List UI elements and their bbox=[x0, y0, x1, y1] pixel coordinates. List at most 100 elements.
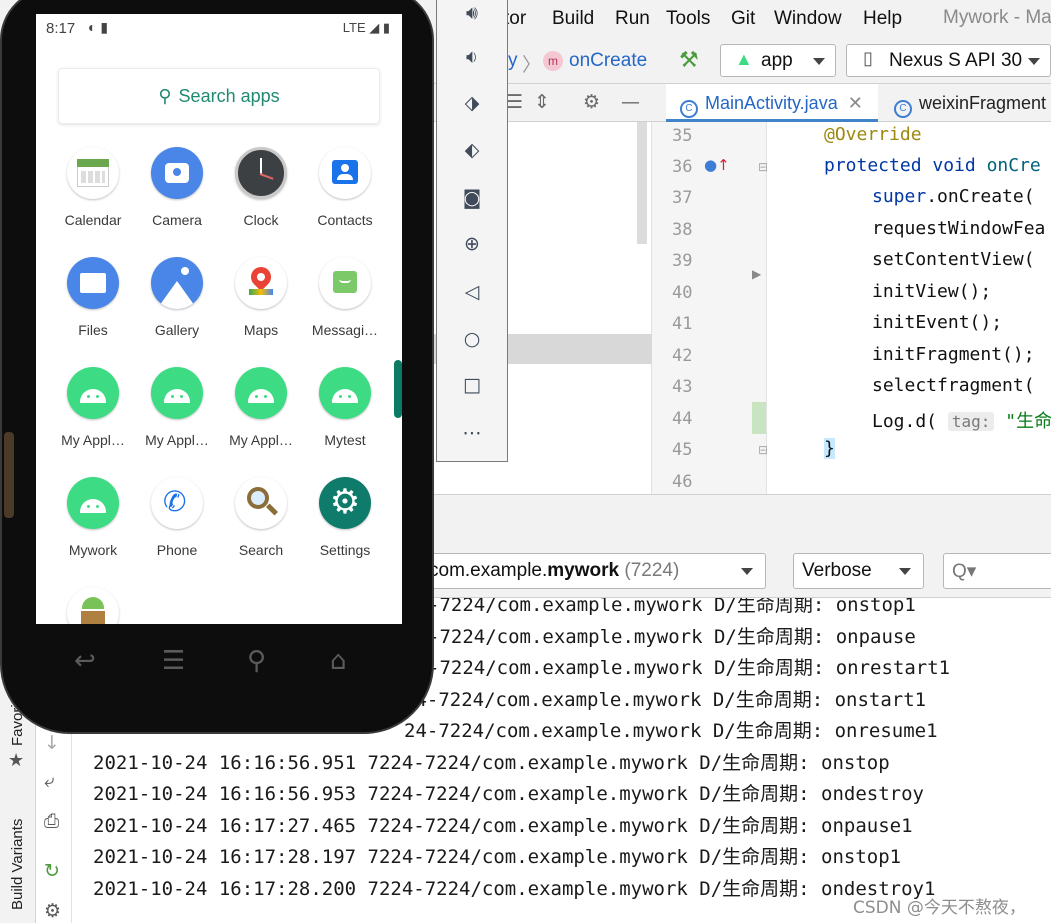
camera-icon[interactable]: ◙ bbox=[459, 185, 485, 211]
gear-icon[interactable]: ⚙ bbox=[583, 91, 600, 113]
expand-icon[interactable]: ⇕ bbox=[534, 91, 550, 113]
app-maps[interactable]: Maps bbox=[219, 257, 303, 338]
hammer-icon[interactable]: ⚒ bbox=[679, 48, 699, 73]
print-icon[interactable]: ⎙ bbox=[44, 810, 59, 832]
app-settings[interactable]: ⚙ Settings bbox=[303, 477, 387, 558]
tab-weixinfragment[interactable]: CweixinFragment bbox=[882, 84, 1051, 122]
app-mywork[interactable]: Mywork bbox=[51, 477, 135, 558]
back-icon[interactable]: ↩ bbox=[74, 646, 96, 676]
run-config-select[interactable]: ▲ app bbox=[720, 44, 836, 77]
class-icon: C bbox=[894, 100, 912, 118]
scrollbar[interactable] bbox=[637, 122, 647, 244]
line-number: 36 bbox=[672, 157, 693, 177]
device-select[interactable]: ▯ Nexus S API 30 bbox=[846, 44, 1051, 77]
search-icon: ⚲ bbox=[158, 86, 172, 106]
rotate-left-icon[interactable]: ⬗ bbox=[459, 90, 485, 116]
gear-icon[interactable]: ⚙ bbox=[44, 900, 61, 922]
breakpoint-arrow-icon: ▶ bbox=[752, 267, 762, 281]
phone-frame: 8:17 ◐ ▮ LTE ◢ ▮ ⚲ Search apps Calendar C… bbox=[0, 0, 434, 734]
menu-icon[interactable]: ☰ bbox=[162, 646, 185, 676]
process-select[interactable]: com.example.mywork (7224) bbox=[420, 553, 766, 589]
app-label: Files bbox=[78, 322, 108, 338]
logcat-toolbar: ↓ ⤶ ⎙ ↻ ⚙ bbox=[36, 720, 72, 923]
log-line: 2021-10-24 16:16:56.951 7224-7224/com.ex… bbox=[93, 752, 890, 774]
log-line: 2021-10-24 16:17:28.200 7224-7224/com.ex… bbox=[93, 878, 936, 900]
soft-wrap-icon[interactable]: ⤶ bbox=[44, 770, 55, 792]
tab-mainactivity[interactable]: C MainActivity.java ✕ bbox=[666, 84, 878, 122]
app-label: Settings bbox=[319, 542, 371, 558]
line-number: 43 bbox=[672, 377, 693, 397]
code-line: initView(); bbox=[872, 281, 992, 302]
app-gallery[interactable]: Gallery bbox=[135, 257, 219, 338]
log-search-input[interactable]: Q▾ bbox=[943, 553, 1051, 589]
log-line: -7224/com.example.mywork D/生命周期: onstop1 bbox=[428, 598, 916, 616]
app-my-application-3[interactable]: My Appl… bbox=[219, 367, 303, 448]
editor-tab-bar: ☰ ⇕ ⚙ — C MainActivity.java ✕ CweixinFragm… bbox=[430, 84, 1051, 122]
line-number: 46 bbox=[672, 472, 693, 492]
app-label: My Appl… bbox=[145, 432, 209, 448]
override-marker-icon[interactable]: ●↑ bbox=[704, 156, 730, 174]
scrollbar[interactable] bbox=[394, 360, 402, 418]
log-level-select[interactable]: Verbose bbox=[793, 553, 924, 589]
menu-build[interactable]: Build bbox=[552, 8, 594, 30]
menu-run[interactable]: Run bbox=[615, 8, 650, 30]
contacts-icon bbox=[319, 147, 371, 199]
app-camera[interactable]: Camera bbox=[135, 147, 219, 228]
rotate-right-icon[interactable]: ⬖ bbox=[459, 137, 485, 163]
collapse-icon[interactable]: ☰ bbox=[506, 91, 523, 113]
app-phone[interactable]: ✆ Phone bbox=[135, 477, 219, 558]
home-icon[interactable]: ⌂ bbox=[330, 646, 347, 676]
app-my-application-2[interactable]: My Appl… bbox=[135, 367, 219, 448]
restart-icon[interactable]: ↻ bbox=[44, 860, 60, 882]
breadcrumb-method[interactable]: onCreate bbox=[569, 50, 647, 72]
android-icon: ▲ bbox=[735, 49, 753, 69]
run-config-label: app bbox=[761, 50, 793, 71]
menu-tools[interactable]: Tools bbox=[666, 8, 710, 30]
calendar-icon bbox=[67, 147, 119, 199]
build-variants-tab[interactable]: Build Variants bbox=[9, 819, 26, 910]
code-line: initFragment(); bbox=[872, 344, 1035, 365]
code-editor[interactable]: @Override protected void onCre super.onC… bbox=[767, 122, 1051, 494]
camera-icon bbox=[151, 147, 203, 199]
app-label: Camera bbox=[152, 212, 202, 228]
close-icon[interactable]: ✕ bbox=[848, 93, 863, 113]
android-icon bbox=[319, 367, 371, 419]
android-icon bbox=[67, 477, 119, 529]
menu-git[interactable]: Git bbox=[731, 8, 755, 30]
minimize-icon[interactable]: — bbox=[621, 91, 640, 113]
phone-side-button[interactable] bbox=[4, 432, 14, 518]
change-marker bbox=[752, 402, 766, 434]
app-mytest[interactable]: Mytest bbox=[303, 367, 387, 448]
volume-up-icon[interactable]: 🔊︎ bbox=[459, 0, 485, 26]
phone-screen: 8:17 ◐ ▮ LTE ◢ ▮ ⚲ Search apps Calendar C… bbox=[36, 14, 402, 624]
app-label: My Appl… bbox=[61, 432, 125, 448]
home-icon[interactable]: ○ bbox=[459, 326, 485, 352]
window-title: Mywork - Ma bbox=[943, 7, 1051, 28]
menu-window[interactable]: Window bbox=[774, 8, 842, 30]
search-apps-bar[interactable]: ⚲ Search apps bbox=[58, 68, 380, 124]
volume-down-icon[interactable]: 🔉︎ bbox=[459, 44, 485, 70]
logcat-header bbox=[430, 494, 1051, 544]
app-partial[interactable] bbox=[51, 587, 135, 624]
more-icon[interactable]: ⋯ bbox=[459, 420, 485, 446]
star-icon: ★ bbox=[8, 750, 25, 771]
scroll-down-icon[interactable]: ↓ bbox=[44, 732, 60, 754]
zoom-icon[interactable]: ⊕ bbox=[459, 231, 485, 257]
log-line: 2021-10-24 16:16:56.953 7224-7224/com.ex… bbox=[93, 783, 924, 805]
code-line: Log.d( tag: "生命周 bbox=[872, 411, 1051, 432]
app-clock[interactable]: Clock bbox=[219, 147, 303, 228]
app-files[interactable]: Files bbox=[51, 257, 135, 338]
messaging-icon bbox=[319, 257, 371, 309]
app-contacts[interactable]: Contacts bbox=[303, 147, 387, 228]
overview-icon[interactable]: □ bbox=[459, 372, 485, 398]
app-my-application-1[interactable]: My Appl… bbox=[51, 367, 135, 448]
chevron-down-icon bbox=[899, 568, 911, 575]
back-icon[interactable]: ◁ bbox=[459, 279, 485, 305]
breadcrumb-class[interactable]: y bbox=[508, 50, 518, 72]
app-calendar[interactable]: Calendar bbox=[51, 147, 135, 228]
android-icon bbox=[235, 367, 287, 419]
search-icon[interactable]: ⚲ bbox=[247, 646, 266, 676]
app-messaging[interactable]: Messagi… bbox=[303, 257, 387, 338]
menu-help[interactable]: Help bbox=[863, 8, 902, 30]
app-search[interactable]: Search bbox=[219, 477, 303, 558]
